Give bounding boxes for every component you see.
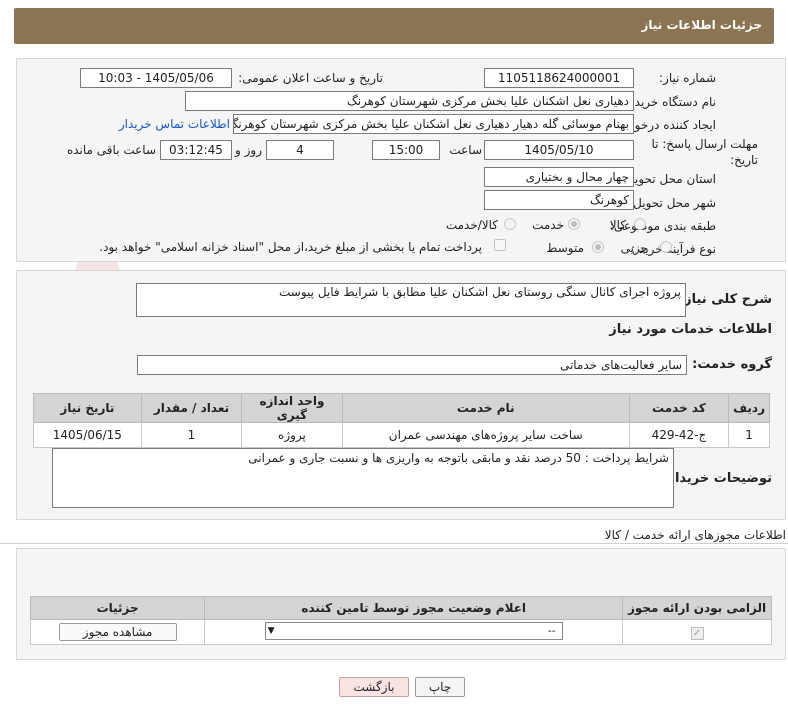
services-table: ردیف کد خدمت نام خدمت واحد اندازه گیری ت… <box>33 393 770 448</box>
category-goods-label: کالا <box>609 218 626 232</box>
buyer-org-label: نام دستگاه خریدار: <box>621 95 717 109</box>
page-header: جزئیات اطلاعات نیاز <box>14 8 774 44</box>
services-table-header: ردیف کد خدمت نام خدمت واحد اندازه گیری ت… <box>33 393 770 423</box>
process-medium-label: متوسط <box>546 241 584 255</box>
cell-row: 1 <box>728 422 770 448</box>
category-goods-radio[interactable] <box>634 218 646 230</box>
col-permit-status: اعلام وضعیت مجوز توسط تامین کننده <box>204 596 624 620</box>
days-label: روز و <box>235 143 262 157</box>
page-title: جزئیات اطلاعات نیاز <box>641 18 762 32</box>
cell-unit: پروژه <box>241 422 343 448</box>
permits-table: الزامی بودن ارائه مجوز اعلام وضعیت مجوز … <box>29 596 772 645</box>
col-name: نام خدمت <box>341 393 630 423</box>
summary-field: پروژه اجرای کانال سنگی روستای نعل اشکنان… <box>136 283 686 317</box>
permits-divider <box>0 543 788 544</box>
announce-field: 1405/05/06 - 10:03 <box>80 68 232 88</box>
permit-status-select[interactable]: ▼ -- <box>264 621 563 640</box>
permit-required-checkbox: ✓ <box>690 626 704 640</box>
process-minor-radio[interactable] <box>660 241 672 253</box>
announce-label: تاریخ و ساعت اعلان عمومی: <box>238 71 383 85</box>
col-row: ردیف <box>728 393 770 423</box>
need-number-field: 1105118624000001 <box>484 68 634 88</box>
province-label: استان محل تحویل: <box>621 172 716 186</box>
cell-code: ج-42-429 <box>628 422 730 448</box>
view-permit-button[interactable]: مشاهده مجوز <box>58 623 177 641</box>
buyer-org-field: دهیاری نعل اشکنان علیا بخش مرکزی شهرستان… <box>185 91 634 111</box>
permit-status-cell: ▼ -- <box>204 619 624 645</box>
service-group-field: سایر فعالیت‌های خدماتی <box>137 355 687 375</box>
remaining-time-field: 03:12:45 <box>160 140 232 160</box>
buyer-notes-label: توضیحات خریدار: <box>662 471 772 486</box>
permit-status-value: -- <box>547 623 556 637</box>
services-title: اطلاعات خدمات مورد نیاز <box>609 322 772 337</box>
cell-qty: 1 <box>140 422 243 448</box>
deadline-date-field: 1405/05/10 <box>484 140 634 160</box>
city-label: شهر محل تحویل: <box>629 196 716 210</box>
table-row: ✓ ▼ -- مشاهده مجوز <box>29 619 772 645</box>
permit-details-cell: مشاهده مجوز <box>29 619 206 645</box>
deadline-time-field: 15:00 <box>372 140 440 160</box>
table-row: 1 ج-42-429 ساخت سایر پروژه‌های مهندسی عم… <box>33 422 770 448</box>
days-field: 4 <box>266 140 334 160</box>
time-label: ساعت <box>449 143 482 157</box>
summary-label: شرح کلی نیاز: <box>678 292 772 307</box>
province-field: چهار محال و بختیاری <box>484 167 634 187</box>
contact-buyer-link[interactable]: اطلاعات تماس خریدار <box>119 117 230 131</box>
permit-required-cell: ✓ <box>622 619 772 645</box>
col-permit-required: الزامی بودن ارائه مجوز <box>622 596 772 620</box>
col-permit-details: جزئیات <box>29 596 206 620</box>
requester-field: بهنام موسائی گله دهیار دهیاری نعل اشکنان… <box>233 114 634 134</box>
buyer-notes-field: شرایط پرداخت : 50 درصد نقد و مابقی باتوج… <box>52 448 674 508</box>
remaining-label: ساعت باقی مانده <box>66 143 156 157</box>
col-code: کد خدمت <box>628 393 730 423</box>
process-medium-radio[interactable] <box>592 241 604 253</box>
treasury-checkbox[interactable] <box>494 239 506 251</box>
col-date: تاریخ نیاز <box>33 393 142 423</box>
need-number-label: شماره نیاز: <box>659 71 716 85</box>
permits-title: اطلاعات مجوزهای ارائه خدمت / کالا <box>604 528 786 542</box>
col-qty: تعداد / مقدار <box>140 393 243 423</box>
col-unit: واحد اندازه گیری <box>241 393 343 423</box>
cell-name: ساخت سایر پروژه‌های مهندسی عمران <box>341 422 630 448</box>
cell-date: 1405/06/15 <box>33 422 142 448</box>
service-group-label: گروه خدمت: <box>692 357 772 372</box>
category-goods-service-radio[interactable] <box>504 218 516 230</box>
payment-note: پرداخت تمام یا بخشی از مبلغ خرید،از محل … <box>99 240 482 254</box>
category-service-radio[interactable] <box>568 218 580 230</box>
process-minor-label: جزیی <box>620 241 648 255</box>
print-button[interactable]: چاپ <box>415 677 465 697</box>
back-button[interactable]: بازگشت <box>339 677 409 697</box>
category-service-label: خدمت <box>532 218 564 232</box>
city-field: کوهرنگ <box>484 190 634 210</box>
deadline-label: مهلت ارسال پاسخ: تا تاریخ: <box>651 137 758 167</box>
category-goods-service-label: کالا/خدمت <box>445 218 498 232</box>
permits-table-header: الزامی بودن ارائه مجوز اعلام وضعیت مجوز … <box>29 596 772 620</box>
chevron-down-icon: ▼ <box>267 625 275 636</box>
